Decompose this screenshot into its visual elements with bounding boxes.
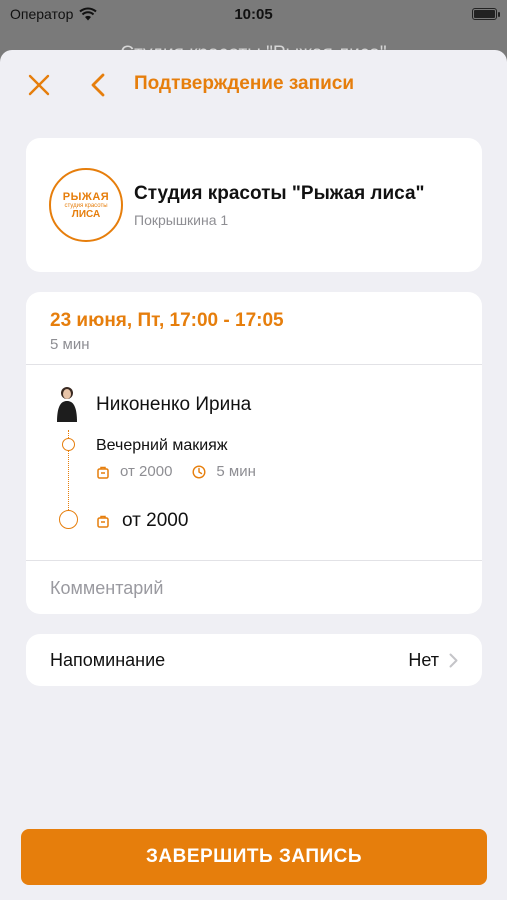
master-name: Никоненко Ирина xyxy=(96,394,252,415)
finish-booking-button[interactable]: ЗАВЕРШИТЬ ЗАПИСЬ xyxy=(21,829,487,885)
booking-confirmation-sheet: Подтверждение записи РЫЖАЯ студия красот… xyxy=(0,50,507,900)
battery-icon xyxy=(472,8,500,20)
service-meta: от 2000 5 мин xyxy=(96,463,256,480)
status-time: 10:05 xyxy=(234,6,273,23)
booking-duration: 5 мин xyxy=(50,336,90,353)
salon-card: РЫЖАЯ студия красоты ЛИСА Студия красоты… xyxy=(26,138,482,272)
price-tag-icon xyxy=(97,515,109,528)
service-price: от 2000 xyxy=(120,463,173,480)
page-title: Подтверждение записи xyxy=(134,73,354,94)
price-tag-icon xyxy=(97,466,109,479)
salon-logo: РЫЖАЯ студия красоты ЛИСА xyxy=(49,168,123,242)
close-icon xyxy=(28,74,50,96)
comment-input[interactable] xyxy=(50,574,460,602)
divider xyxy=(26,560,482,561)
total-price: от 2000 xyxy=(122,510,189,531)
total-price-row: от 2000 xyxy=(96,510,188,532)
chevron-left-icon xyxy=(91,73,105,97)
close-button[interactable] xyxy=(22,68,56,102)
reminder-label: Напоминание xyxy=(50,649,166,670)
sheet-header: Подтверждение записи xyxy=(0,50,507,120)
status-bar: Оператор 10:05 xyxy=(0,0,507,28)
divider xyxy=(26,364,482,365)
reminder-value-group: Нет xyxy=(408,650,458,671)
service-name: Вечерний макияж xyxy=(96,437,228,454)
timeline-dot xyxy=(62,438,75,451)
clock-icon xyxy=(192,464,206,479)
timeline-end-dot xyxy=(59,510,78,529)
booking-date-time: 23 июня, Пт, 17:00 - 17:05 xyxy=(50,310,284,331)
booking-details-card: 23 июня, Пт, 17:00 - 17:05 5 мин Никонен… xyxy=(26,292,482,614)
salon-address: Покрышкина 1 xyxy=(134,212,229,228)
reminder-row[interactable]: Напоминание Нет xyxy=(26,634,482,686)
chevron-right-icon xyxy=(449,653,458,667)
salon-name: Студия красоты "Рыжая лиса" xyxy=(134,183,425,204)
back-button[interactable] xyxy=(84,68,112,102)
avatar xyxy=(57,387,77,422)
service-duration: 5 мин xyxy=(216,463,256,480)
reminder-value: Нет xyxy=(408,649,439,670)
